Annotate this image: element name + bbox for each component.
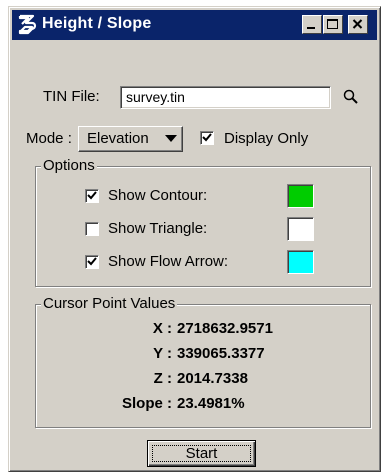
show-triangle-label: Show Triangle: [108, 220, 208, 237]
y-value: 339065.3377 [177, 345, 265, 362]
z-label: Z : [153, 370, 172, 387]
maximize-button[interactable] [323, 15, 343, 34]
show-flow-arrow-label: Show Flow Arrow: [108, 253, 229, 270]
x-value: 2718632.9571 [177, 320, 273, 337]
title-bar[interactable]: Height / Slope [12, 10, 377, 40]
slope-value: 23.4981% [177, 395, 245, 412]
mode-dropdown[interactable]: Elevation [78, 126, 183, 152]
triangle-color-swatch[interactable] [287, 217, 314, 241]
show-triangle-checkbox[interactable] [85, 222, 99, 236]
z-value: 2014.7338 [177, 370, 248, 387]
height-slope-window: Height / Slope TIN File: survey.tin Mode… [8, 6, 381, 472]
search-icon[interactable] [342, 88, 360, 106]
checkmark-icon [87, 191, 97, 200]
options-group-title: Options [41, 157, 97, 174]
tin-file-input[interactable]: survey.tin [120, 86, 331, 109]
window-title: Height / Slope [42, 15, 152, 32]
dropdown-arrow-icon [165, 135, 177, 142]
show-contour-checkbox[interactable] [85, 189, 99, 203]
start-button-label: Start [185, 445, 218, 462]
x-label: X : [152, 320, 172, 337]
mode-selected-value: Elevation [87, 130, 149, 147]
bentley-b-icon [16, 14, 38, 36]
show-contour-label: Show Contour: [108, 187, 208, 204]
display-only-label: Display Only [224, 130, 309, 147]
display-only-checkbox[interactable] [200, 131, 214, 145]
minimize-icon [307, 27, 315, 29]
slope-label: Slope : [121, 395, 172, 412]
mode-label: Mode : [26, 130, 72, 147]
close-button[interactable] [348, 15, 368, 34]
y-label: Y : [153, 345, 172, 362]
cursor-values-group-title: Cursor Point Values [41, 295, 178, 312]
tin-file-label: TIN File: [43, 88, 100, 105]
start-button[interactable]: Start [147, 440, 256, 467]
close-icon [352, 19, 363, 29]
maximize-icon [327, 19, 338, 29]
checkmark-icon [202, 133, 212, 142]
contour-color-swatch[interactable] [287, 184, 314, 208]
flow-arrow-color-swatch[interactable] [287, 250, 314, 274]
show-flow-arrow-checkbox[interactable] [85, 255, 99, 269]
minimize-button[interactable] [302, 15, 322, 34]
checkmark-icon [87, 257, 97, 266]
